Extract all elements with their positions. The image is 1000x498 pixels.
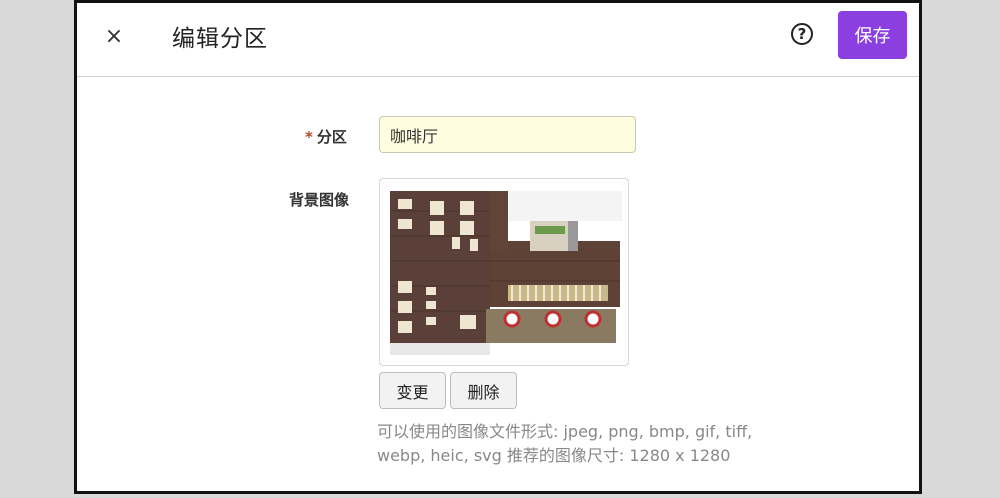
floor-plan-image	[390, 191, 622, 355]
hint-line-1: 可以使用的图像文件形式: jpeg, png, bmp, gif, tiff,	[377, 422, 753, 441]
image-format-hint: 可以使用的图像文件形式: jpeg, png, bmp, gif, tiff, …	[377, 420, 797, 468]
zone-label: 分区	[316, 128, 347, 146]
help-icon[interactable]: ?	[791, 23, 813, 45]
close-icon[interactable]: ×	[99, 21, 129, 51]
delete-image-button[interactable]: 删除	[450, 372, 517, 409]
background-image-preview	[379, 178, 629, 366]
hint-line-2: webp, heic, svg 推荐的图像尺寸: 1280 x 1280	[377, 446, 731, 465]
save-button[interactable]: 保存	[838, 11, 907, 59]
edit-zone-dialog: × 编辑分区 ? 保存 *分区 背景图像	[74, 0, 922, 494]
zone-name-input[interactable]	[379, 116, 636, 153]
required-mark: *	[305, 128, 313, 146]
zone-label-row: * 分区	[305, 126, 347, 147]
dialog-header: × 编辑分区 ? 保存	[77, 3, 919, 77]
background-image-label: 背景图像	[289, 191, 350, 209]
change-image-button[interactable]: 变更	[379, 372, 446, 409]
dialog-title: 编辑分区	[172, 26, 268, 52]
